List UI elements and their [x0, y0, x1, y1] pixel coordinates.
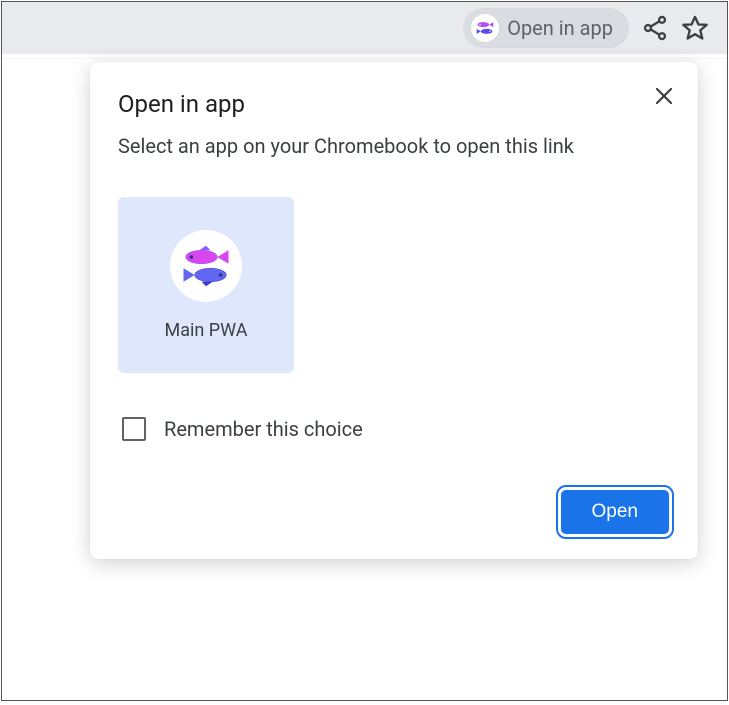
- app-tile-main-pwa[interactable]: Main PWA: [118, 197, 294, 373]
- dialog-actions: Open: [118, 489, 670, 535]
- browser-toolbar: Open in app: [2, 2, 727, 54]
- open-button[interactable]: Open: [560, 489, 670, 535]
- fish-icon: [170, 230, 242, 302]
- dialog-subtitle: Select an app on your Chromebook to open…: [118, 132, 670, 161]
- app-label: Main PWA: [165, 320, 248, 341]
- star-icon[interactable]: [681, 14, 709, 42]
- share-icon[interactable]: [641, 14, 669, 42]
- remember-choice-row: Remember this choice: [118, 417, 670, 441]
- chip-label: Open in app: [507, 16, 613, 40]
- remember-label: Remember this choice: [164, 417, 363, 441]
- close-icon[interactable]: [652, 84, 676, 108]
- open-in-app-dialog: Open in app Select an app on your Chrome…: [90, 62, 698, 559]
- app-frame: Open in app Open in app Select a: [1, 1, 728, 701]
- open-in-app-chip[interactable]: Open in app: [463, 8, 629, 48]
- dialog-title: Open in app: [118, 90, 670, 118]
- app-grid: Main PWA: [118, 197, 670, 373]
- toolbar-divider: [2, 54, 727, 59]
- fish-icon: [471, 14, 499, 42]
- remember-checkbox[interactable]: [122, 417, 146, 441]
